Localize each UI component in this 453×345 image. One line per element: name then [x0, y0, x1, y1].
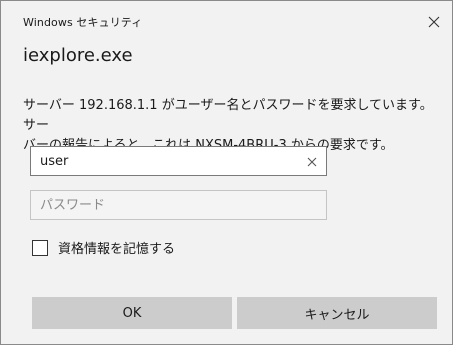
app-name: iexplore.exe	[23, 45, 133, 66]
window-title: Windows セキュリティ	[23, 16, 143, 29]
cancel-button[interactable]: キャンセル	[237, 297, 437, 329]
credentials-dialog: Windows セキュリティ iexplore.exe サーバー 192.168…	[0, 0, 453, 345]
close-button[interactable]	[420, 9, 448, 35]
clear-icon	[307, 152, 317, 171]
username-field[interactable]	[30, 146, 327, 176]
remember-credentials-label: 資格情報を記憶する	[58, 242, 176, 257]
checkbox-box[interactable]	[32, 239, 48, 256]
clear-username-button[interactable]	[303, 153, 321, 169]
close-icon	[428, 16, 440, 28]
ok-button[interactable]: OK	[32, 297, 232, 329]
remember-credentials-checkbox[interactable]: 資格情報を記憶する	[32, 238, 175, 257]
title-bar: Windows セキュリティ	[1, 1, 452, 41]
auth-message-line-1: サーバー 192.168.1.1 がユーザー名とパスワードを要求しています。サー	[23, 98, 433, 133]
password-field[interactable]	[30, 190, 327, 220]
